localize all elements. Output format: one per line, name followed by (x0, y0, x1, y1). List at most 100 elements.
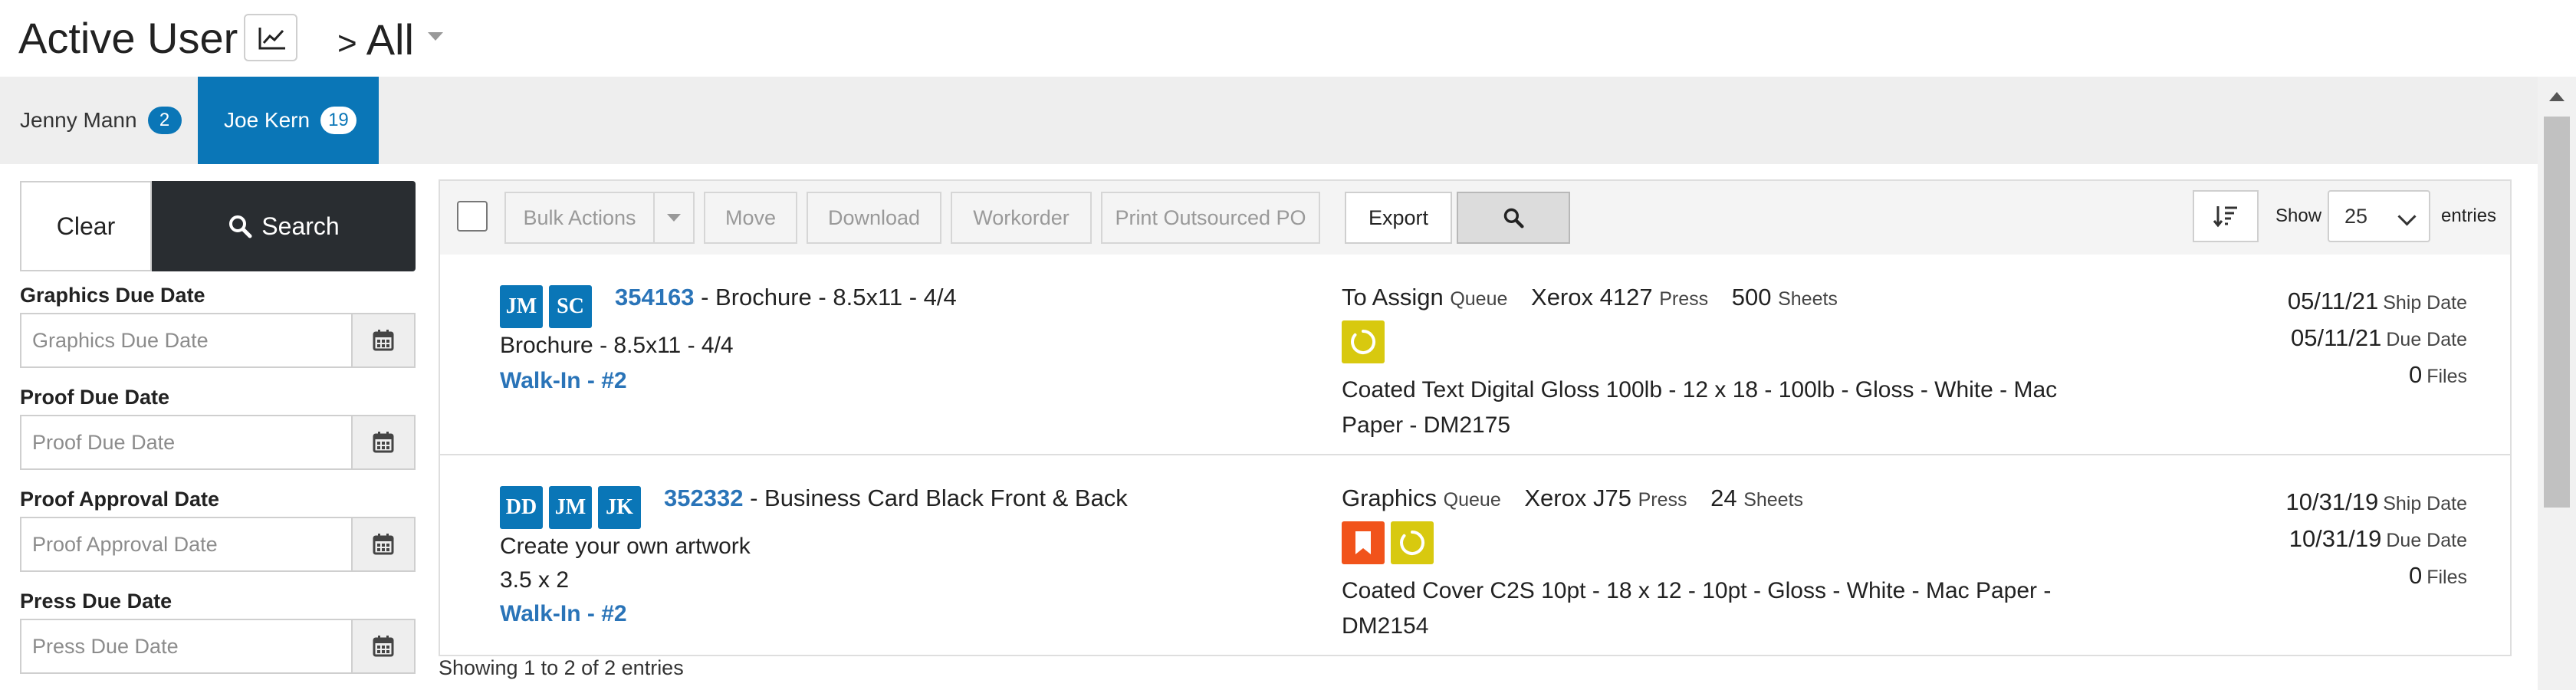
export-button[interactable]: Export (1345, 192, 1452, 244)
page-title: Active User (18, 14, 238, 62)
job-number-link[interactable]: 354163 (615, 284, 694, 310)
scroll-up-arrow-icon[interactable] (2549, 92, 2564, 101)
sort-descending-icon (2213, 206, 2237, 228)
sheets-label: Sheets (1778, 288, 1838, 310)
assignee-initial-badge: JM (500, 285, 543, 328)
proof-due-date-group (20, 415, 416, 470)
progress-icon[interactable] (1391, 521, 1434, 564)
due-date-value: 05/11/21 (2291, 324, 2382, 351)
job-results-panel: Bulk Actions Move Download Workorder Pri… (439, 179, 2512, 656)
calendar-icon[interactable] (351, 619, 416, 674)
job-description: Create your own artwork (500, 534, 751, 559)
press-due-date-label: Press Due Date (20, 590, 172, 613)
queue-label: Queue (1450, 288, 1508, 310)
caret-down-icon (667, 214, 681, 222)
queue-value: To Assign (1342, 284, 1444, 310)
calendar-icon[interactable] (351, 313, 416, 368)
scrollbar-thumb[interactable] (2544, 117, 2570, 508)
graphics-due-date-group (20, 313, 416, 368)
files-count: 0 (2408, 361, 2423, 388)
user-tab-count-badge: 19 (320, 107, 356, 134)
job-description: Brochure - 8.5x11 - 4/4 (500, 333, 734, 358)
proof-approval-date-input[interactable] (20, 517, 351, 572)
sort-order-button[interactable] (2193, 190, 2259, 242)
job-number-link[interactable]: 352332 (664, 485, 743, 511)
proof-approval-date-group (20, 517, 416, 572)
graphics-due-date-label: Graphics Due Date (20, 284, 205, 307)
clear-button[interactable]: Clear (20, 181, 152, 271)
job-production-info: To Assign Queue Xerox 4127 Press 500 She… (1342, 284, 1838, 311)
scope-label: All (366, 15, 414, 64)
user-tab-joe-kern[interactable]: Joe Kern 19 (198, 77, 379, 164)
assignee-initial-badge: DD (500, 486, 543, 529)
page-size-select[interactable]: 25 (2328, 190, 2430, 242)
files-count: 0 (2408, 562, 2423, 589)
scope-selector[interactable]: > All (337, 11, 414, 73)
search-button[interactable]: Search (152, 181, 416, 271)
sheets-label: Sheets (1743, 489, 1804, 511)
ship-date-value: 05/11/21 (2287, 288, 2379, 314)
assignee-initial-badge: SC (549, 285, 592, 328)
download-button[interactable]: Download (807, 192, 941, 244)
job-title: - Business Card Black Front & Back (750, 485, 1128, 511)
proof-due-date-label: Proof Due Date (20, 386, 170, 409)
pagination-info: Showing 1 to 2 of 2 entries (439, 656, 684, 679)
bookmark-icon[interactable] (1342, 521, 1385, 564)
assignee-initials: JM SC (500, 285, 598, 328)
workorder-button[interactable]: Workorder (951, 192, 1092, 244)
job-heading: 352332 - Business Card Black Front & Bac… (664, 485, 1128, 512)
paper-spec: Coated Text Digital Gloss 100lb - 12 x 1… (1342, 377, 2058, 438)
user-tab-name: Jenny Mann (20, 108, 137, 132)
paper-spec: Coated Cover C2S 10pt - 18 x 12 - 10pt -… (1342, 578, 2052, 639)
assignee-initials: DD JM JK (500, 486, 647, 529)
calendar-icon[interactable] (351, 517, 416, 572)
press-due-date-group (20, 619, 416, 674)
caret-down-icon[interactable] (428, 32, 443, 41)
ship-date-label: Ship Date (2383, 292, 2467, 314)
user-tab-jenny-mann[interactable]: Jenny Mann 2 (20, 77, 182, 164)
page-size-value: 25 (2344, 204, 2368, 228)
show-label: Show (2275, 205, 2322, 226)
assignee-initial-badge: JK (598, 486, 641, 529)
entries-label: entries (2441, 205, 2497, 226)
proof-approval-date-label: Proof Approval Date (20, 488, 220, 511)
proof-due-date-input[interactable] (20, 415, 351, 470)
files-label: Files (2426, 567, 2467, 588)
press-value: Xerox J75 (1524, 485, 1631, 511)
job-status-icons (1342, 521, 1440, 564)
queue-value: Graphics (1342, 485, 1438, 511)
due-date-value: 10/31/19 (2288, 525, 2382, 552)
chart-toggle-button[interactable] (244, 14, 297, 61)
job-row[interactable]: DD JM JK 352332 - Business Card Black Fr… (440, 455, 2510, 655)
print-outsourced-po-button[interactable]: Print Outsourced PO (1101, 192, 1320, 244)
bulk-actions-button[interactable]: Bulk Actions (504, 192, 655, 244)
page-header: Active User > All (0, 0, 2538, 78)
job-size: 3.5 x 2 (500, 567, 570, 593)
customer-link[interactable]: Walk-In - #2 (500, 368, 627, 394)
results-toolbar: Bulk Actions Move Download Workorder Pri… (440, 181, 2510, 256)
ship-date-value: 10/31/19 (2285, 488, 2379, 515)
job-heading: 354163 - Brochure - 8.5x11 - 4/4 (615, 284, 957, 311)
bulk-actions-dropdown-toggle[interactable] (653, 192, 695, 244)
vertical-scrollbar[interactable] (2538, 77, 2576, 690)
move-button[interactable]: Move (704, 192, 797, 244)
sheets-value: 24 (1710, 485, 1737, 511)
search-button-label: Search (261, 212, 340, 240)
job-dates: 10/31/19 Ship Date 10/31/19 Due Date 0 File… (2286, 485, 2467, 595)
line-chart-icon (258, 28, 285, 50)
press-due-date-input[interactable] (20, 619, 351, 674)
calendar-icon[interactable] (351, 415, 416, 470)
toolbar-search-button[interactable] (1457, 192, 1570, 244)
user-tab-bar: Jenny Mann 2 Joe Kern 19 (0, 77, 2538, 164)
files-label: Files (2426, 366, 2467, 387)
search-icon (229, 215, 252, 238)
graphics-due-date-input[interactable] (20, 313, 351, 368)
job-status-icons (1342, 320, 1391, 363)
assignee-initial-badge: JM (549, 486, 592, 529)
job-row[interactable]: JM SC 354163 - Brochure - 8.5x11 - 4/4 B… (440, 255, 2510, 454)
chevron-down-icon (2397, 207, 2417, 226)
customer-link[interactable]: Walk-In - #2 (500, 601, 627, 627)
progress-icon[interactable] (1342, 320, 1385, 363)
select-all-checkbox[interactable] (457, 201, 488, 232)
user-tab-count-badge: 2 (147, 107, 182, 134)
